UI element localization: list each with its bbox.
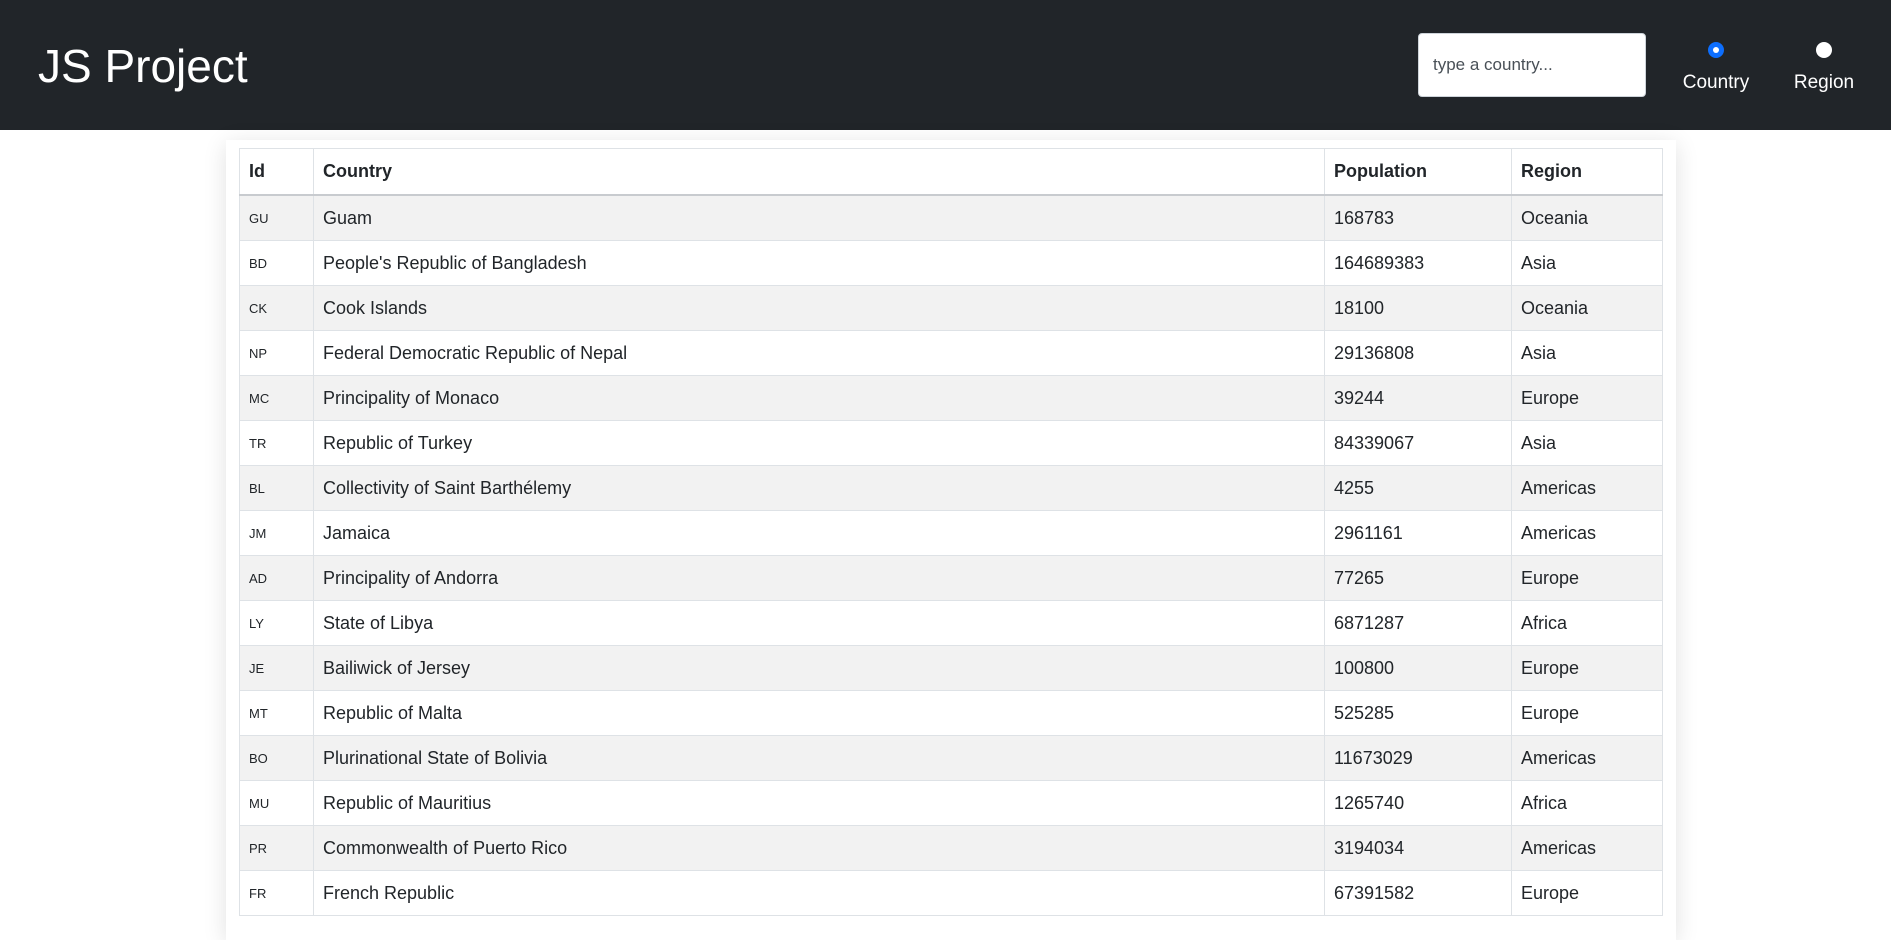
cell-id: MC [239, 375, 314, 421]
country-search-input[interactable] [1418, 33, 1646, 97]
cell-region: Americas [1511, 825, 1663, 871]
table-row: AD Principality of Andorra 77265 Europe [239, 555, 1663, 601]
table-row: GU Guam 168783 Oceania [239, 194, 1663, 241]
cell-country: Collectivity of Saint Barthélemy [313, 465, 1325, 511]
table-row: BO Plurinational State of Bolivia 11673029… [239, 735, 1663, 781]
cell-id: FR [239, 870, 314, 916]
cell-id: JE [239, 645, 314, 691]
radio-region-button[interactable] [1816, 42, 1832, 58]
cell-id: BL [239, 465, 314, 511]
table-row: JE Bailiwick of Jersey 100800 Europe [239, 645, 1663, 691]
table-row: MT Republic of Malta 525285 Europe [239, 690, 1663, 736]
cell-country: Cook Islands [313, 285, 1325, 331]
cell-id: CK [239, 285, 314, 331]
cell-country: Republic of Turkey [313, 420, 1325, 466]
radio-country-button[interactable] [1708, 42, 1724, 58]
radio-country-option[interactable]: Country [1671, 42, 1761, 94]
cell-id: NP [239, 330, 314, 376]
cell-country: Plurinational State of Bolivia [313, 735, 1325, 781]
cell-population: 2961161 [1324, 510, 1512, 556]
cell-country: Republic of Malta [313, 690, 1325, 736]
column-header-region: Region [1511, 148, 1663, 196]
cell-population: 29136808 [1324, 330, 1512, 376]
table-row: MC Principality of Monaco 39244 Europe [239, 375, 1663, 421]
column-header-id: Id [239, 148, 314, 196]
table-body: GU Guam 168783 Oceania BD People's Republic o… [239, 194, 1663, 916]
column-header-population: Population [1324, 148, 1512, 196]
cell-id: TR [239, 420, 314, 466]
table-row: TR Republic of Turkey 84339067 Asia [239, 420, 1663, 466]
app-title: JS Project [38, 40, 248, 92]
cell-population: 525285 [1324, 690, 1512, 736]
cell-region: Europe [1511, 375, 1663, 421]
cell-population: 84339067 [1324, 420, 1512, 466]
cell-id: BD [239, 240, 314, 286]
countries-table: Id Country Population Region GU Guam 16878… [239, 148, 1663, 916]
cell-region: Asia [1511, 240, 1663, 286]
cell-country: State of Libya [313, 600, 1325, 646]
cell-region: Europe [1511, 870, 1663, 916]
table-row: NP Federal Democratic Republic of Nepal 29… [239, 330, 1663, 376]
cell-region: Americas [1511, 465, 1663, 511]
cell-population: 67391582 [1324, 870, 1512, 916]
top-navbar: JS Project Country Region [0, 0, 1891, 130]
cell-country: Guam [313, 194, 1325, 241]
cell-country: French Republic [313, 870, 1325, 916]
cell-country: Principality of Andorra [313, 555, 1325, 601]
cell-id: JM [239, 510, 314, 556]
cell-id: MT [239, 690, 314, 736]
cell-region: Asia [1511, 420, 1663, 466]
cell-population: 39244 [1324, 375, 1512, 421]
cell-id: MU [239, 780, 314, 826]
cell-population: 4255 [1324, 465, 1512, 511]
cell-population: 18100 [1324, 285, 1512, 331]
table-row: BD People's Republic of Bangladesh 1646893… [239, 240, 1663, 286]
cell-country: Commonwealth of Puerto Rico [313, 825, 1325, 871]
table-row: PR Commonwealth of Puerto Rico 3194034 Amer… [239, 825, 1663, 871]
cell-region: Africa [1511, 600, 1663, 646]
radio-country-label[interactable]: Country [1671, 72, 1761, 94]
cell-id: BO [239, 735, 314, 781]
cell-country: Jamaica [313, 510, 1325, 556]
table-row: BL Collectivity of Saint Barthélemy 4255 Am… [239, 465, 1663, 511]
cell-id: PR [239, 825, 314, 871]
cell-region: Oceania [1511, 285, 1663, 331]
table-row: MU Republic of Mauritius 1265740 Africa [239, 780, 1663, 826]
radio-region-option[interactable]: Region [1779, 42, 1869, 94]
cell-region: Americas [1511, 510, 1663, 556]
cell-country: Bailiwick of Jersey [313, 645, 1325, 691]
cell-region: Europe [1511, 555, 1663, 601]
table-row: LY State of Libya 6871287 Africa [239, 600, 1663, 646]
cell-population: 6871287 [1324, 600, 1512, 646]
table-row: FR French Republic 67391582 Europe [239, 870, 1663, 916]
cell-country: Principality of Monaco [313, 375, 1325, 421]
cell-country: Republic of Mauritius [313, 780, 1325, 826]
column-header-country: Country [313, 148, 1325, 196]
table-header: Id Country Population Region [239, 148, 1663, 196]
table-row: JM Jamaica 2961161 Americas [239, 510, 1663, 556]
cell-population: 3194034 [1324, 825, 1512, 871]
cell-population: 168783 [1324, 194, 1512, 241]
cell-population: 164689383 [1324, 240, 1512, 286]
table-header-row: Id Country Population Region [239, 148, 1663, 196]
countries-table-card: Id Country Population Region GU Guam 16878… [226, 140, 1676, 940]
cell-region: Asia [1511, 330, 1663, 376]
cell-region: Europe [1511, 690, 1663, 736]
cell-region: Africa [1511, 780, 1663, 826]
cell-population: 1265740 [1324, 780, 1512, 826]
cell-id: AD [239, 555, 314, 601]
cell-id: GU [239, 194, 314, 241]
cell-population: 77265 [1324, 555, 1512, 601]
cell-population: 11673029 [1324, 735, 1512, 781]
table-row: CK Cook Islands 18100 Oceania [239, 285, 1663, 331]
cell-population: 100800 [1324, 645, 1512, 691]
cell-region: Oceania [1511, 194, 1663, 241]
cell-region: Americas [1511, 735, 1663, 781]
cell-id: LY [239, 600, 314, 646]
cell-country: People's Republic of Bangladesh [313, 240, 1325, 286]
cell-country: Federal Democratic Republic of Nepal [313, 330, 1325, 376]
radio-region-label[interactable]: Region [1779, 72, 1869, 94]
cell-region: Europe [1511, 645, 1663, 691]
